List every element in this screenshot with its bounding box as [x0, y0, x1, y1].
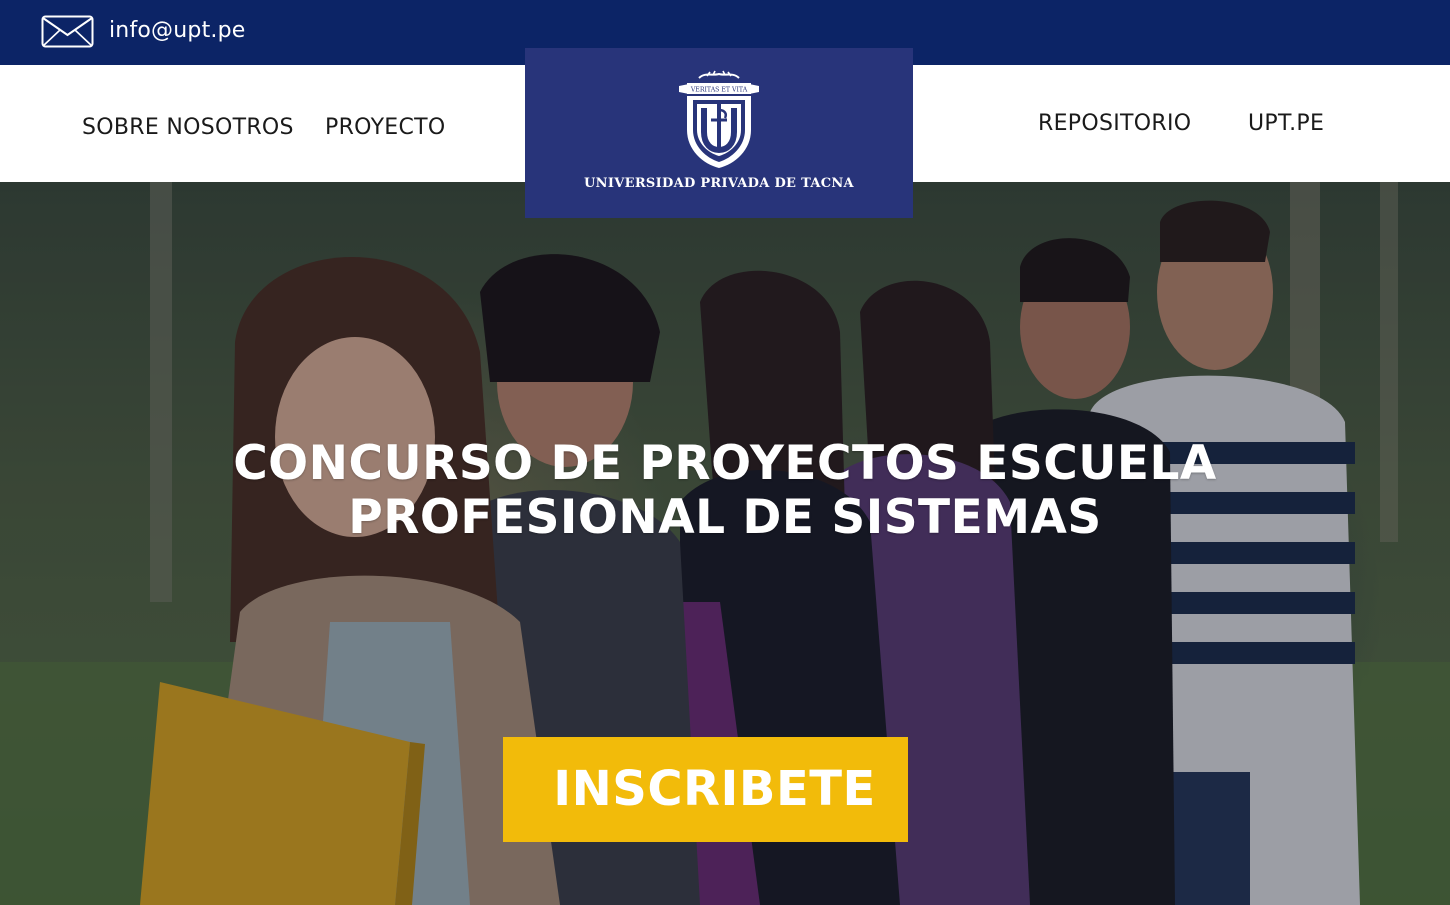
- contact-email-link[interactable]: info@upt.pe: [109, 18, 246, 43]
- nav-item-repositorio[interactable]: REPOSITORIO: [1038, 111, 1191, 136]
- mail-icon[interactable]: [41, 15, 94, 48]
- university-name: UNIVERSIDAD PRIVADA DE TACNA: [584, 176, 854, 191]
- hero-banner: CONCURSO DE PROYECTOS ESCUELA PROFESIONA…: [0, 182, 1450, 905]
- nav-item-proyecto[interactable]: PROYECTO: [325, 115, 446, 140]
- hero-title: CONCURSO DE PROYECTOS ESCUELA PROFESIONA…: [0, 437, 1450, 545]
- nav-item-sobre-nosotros[interactable]: SOBRE NOSOTROS: [82, 115, 294, 140]
- inscribete-button[interactable]: INSCRIBETE: [503, 737, 908, 842]
- inscribete-button-label: INSCRIBETE: [553, 761, 876, 817]
- hero-title-line-1: CONCURSO DE PROYECTOS ESCUELA: [233, 436, 1217, 491]
- hero-title-line-2: PROFESIONAL DE SISTEMAS: [348, 490, 1102, 545]
- university-shield-icon: VERITAS ET VITA: [679, 70, 759, 168]
- logo-motto: VERITAS ET VITA: [690, 87, 748, 94]
- nav-item-upt-pe[interactable]: UPT.PE: [1248, 111, 1324, 136]
- university-logo[interactable]: VERITAS ET VITA UNIVERSIDAD PRIVADA DE T…: [525, 48, 913, 218]
